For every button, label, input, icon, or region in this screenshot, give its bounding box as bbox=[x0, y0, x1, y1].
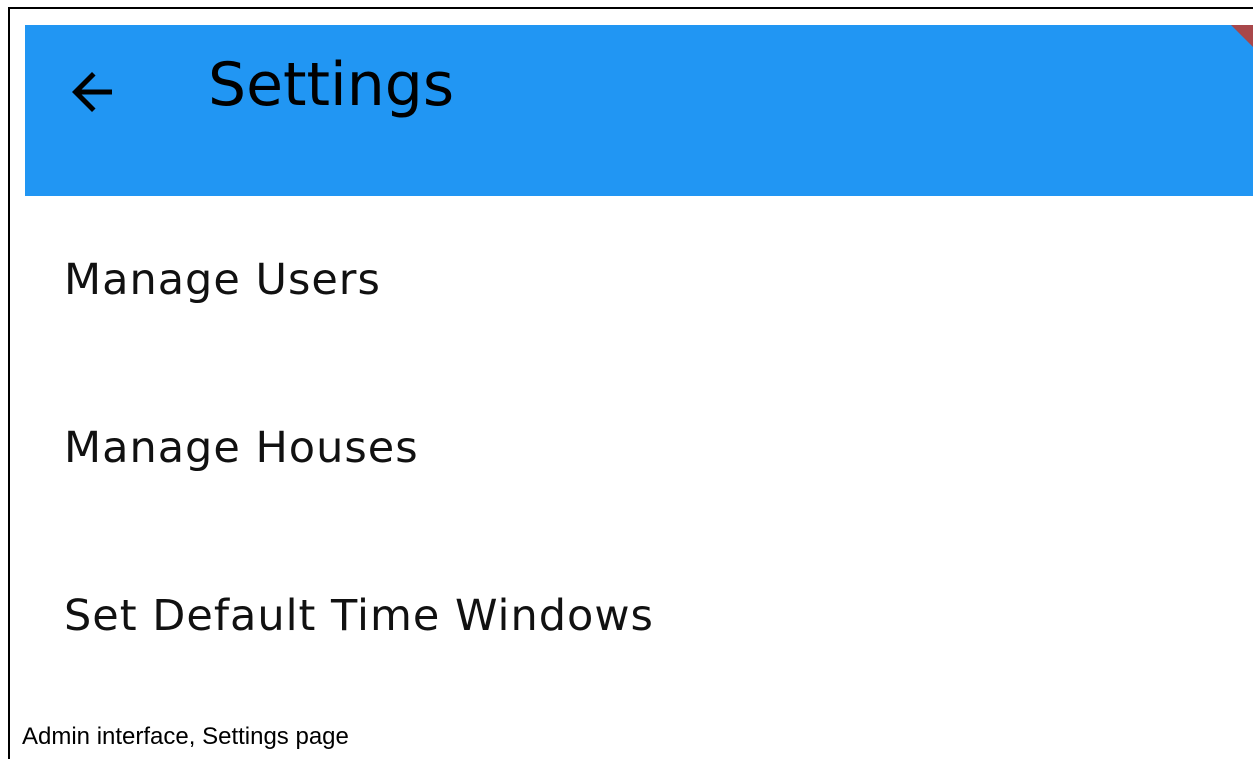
corner-marker bbox=[1231, 25, 1253, 47]
menu-item-manage-users[interactable]: Manage Users bbox=[25, 196, 1253, 364]
settings-menu: Manage Users Manage Houses Set Default T… bbox=[25, 196, 1253, 700]
back-button[interactable] bbox=[58, 58, 126, 126]
menu-item-manage-houses[interactable]: Manage Houses bbox=[25, 364, 1253, 532]
figure-caption: Admin interface, Settings page bbox=[22, 723, 349, 750]
arrow-back-icon bbox=[72, 72, 112, 112]
page-title: Settings bbox=[208, 50, 455, 120]
menu-item-set-default-time-windows[interactable]: Set Default Time Windows bbox=[25, 532, 1253, 700]
